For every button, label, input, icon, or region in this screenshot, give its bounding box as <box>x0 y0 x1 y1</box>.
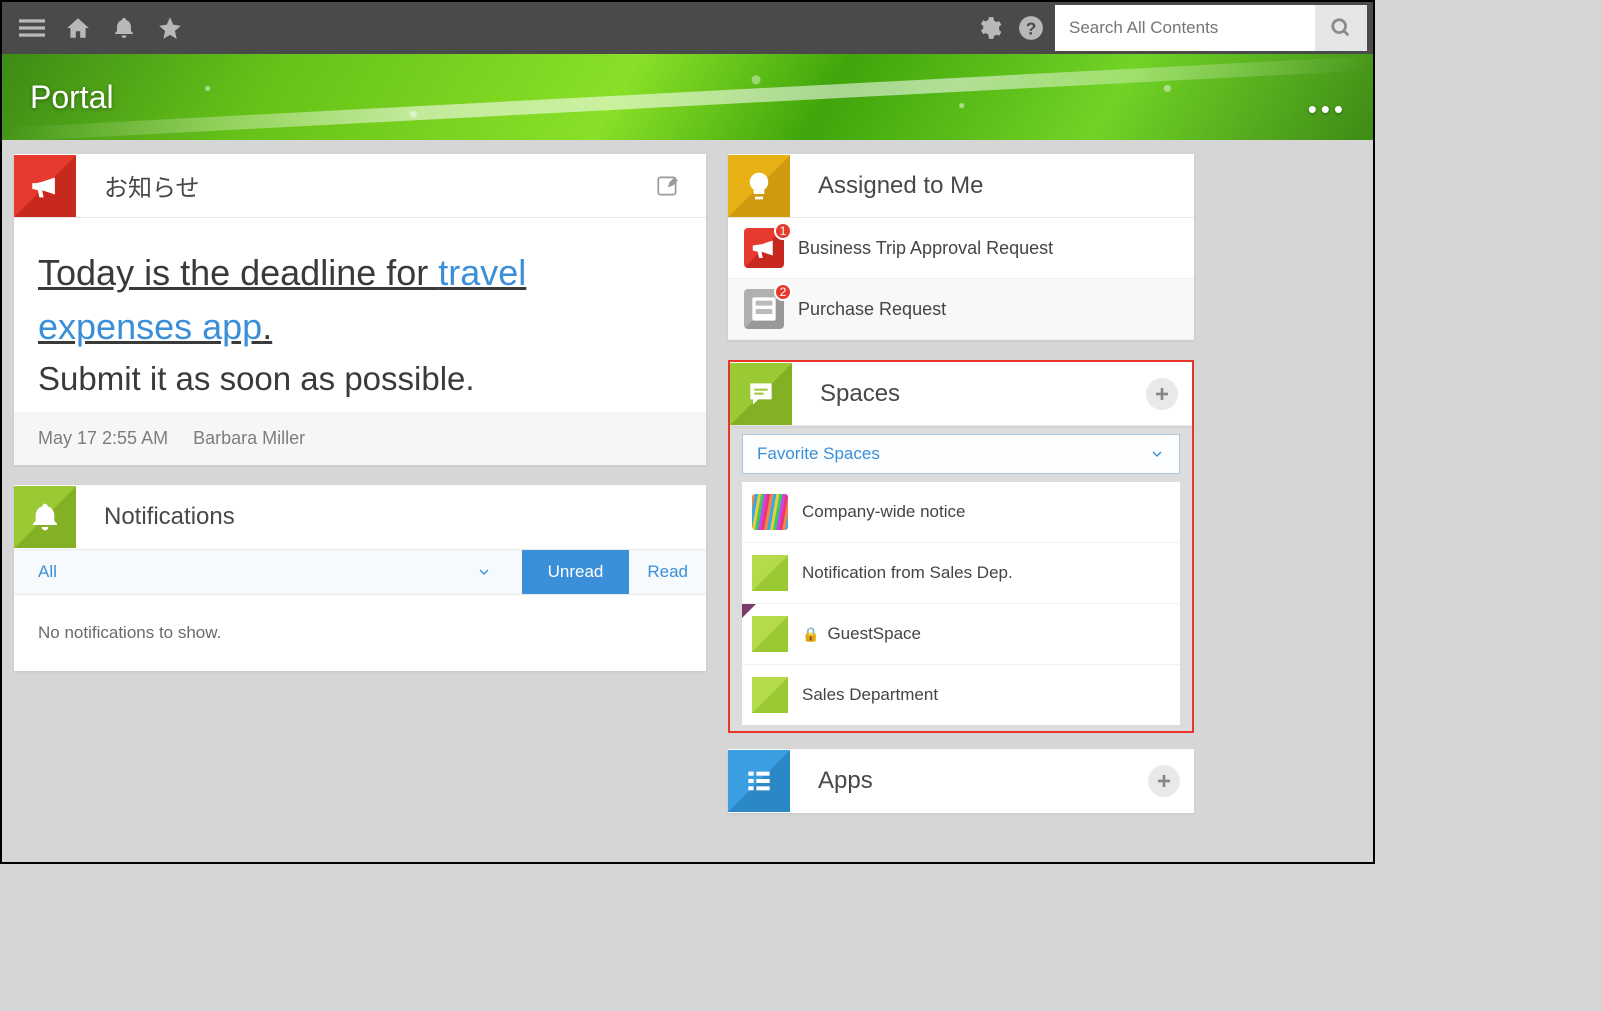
space-item[interactable]: Sales Department <box>742 665 1180 725</box>
add-app-button[interactable] <box>1148 765 1180 797</box>
notif-filter-dropdown[interactable]: All <box>14 550 522 594</box>
page-title: Portal <box>2 79 114 116</box>
space-item[interactable]: Company-wide notice <box>742 482 1180 543</box>
notifications-empty: No notifications to show. <box>14 595 706 671</box>
bell-icon[interactable] <box>110 14 138 42</box>
badge: 2 <box>774 283 792 301</box>
chevron-down-icon <box>1149 446 1165 462</box>
notifications-card: Notifications All Unread Read No notific… <box>14 485 706 671</box>
chevron-down-icon <box>476 564 492 580</box>
announcement-headline: Today is the deadline for travel expense… <box>38 246 682 354</box>
space-item-label: GuestSpace <box>827 624 921 644</box>
gear-icon[interactable] <box>975 14 1003 42</box>
space-item[interactable]: Notification from Sales Dep. <box>742 543 1180 604</box>
badge: 1 <box>774 222 792 240</box>
announcement-time: May 17 2:55 AM <box>38 428 168 448</box>
home-icon[interactable] <box>64 14 92 42</box>
more-icon[interactable]: ••• <box>1308 94 1347 125</box>
space-item-label: Sales Department <box>802 685 938 705</box>
topbar: ? <box>2 2 1373 54</box>
speech-icon <box>730 363 792 425</box>
app-icon: 1 <box>744 228 784 268</box>
announcement-body: Submit it as soon as possible. <box>38 360 682 398</box>
assigned-item-label: Business Trip Approval Request <box>798 238 1053 259</box>
apps-card: Apps <box>728 749 1194 813</box>
star-icon[interactable] <box>156 14 184 42</box>
space-icon <box>752 677 788 713</box>
search-button[interactable] <box>1315 5 1367 51</box>
space-item[interactable]: 🔒 GuestSpace <box>742 604 1180 665</box>
announcements-title: お知らせ <box>76 168 646 203</box>
search-box <box>1055 5 1367 51</box>
app-icon: 2 <box>744 289 784 329</box>
announcement-meta: May 17 2:55 AM Barbara Miller <box>14 412 706 465</box>
assigned-item[interactable]: 1 Business Trip Approval Request <box>728 218 1194 279</box>
space-icon <box>752 616 788 652</box>
assigned-title: Assigned to Me <box>790 172 1194 200</box>
space-item-label: Notification from Sales Dep. <box>802 563 1013 583</box>
menu-icon[interactable] <box>18 14 46 42</box>
tab-unread[interactable]: Unread <box>522 550 630 594</box>
assigned-card: Assigned to Me 1 Business Trip Approval … <box>728 154 1194 340</box>
announcement-author: Barbara Miller <box>193 428 305 448</box>
spaces-title: Spaces <box>792 380 1146 408</box>
svg-text:?: ? <box>1026 19 1037 39</box>
space-item-label: Company-wide notice <box>802 502 965 522</box>
assigned-item-label: Purchase Request <box>798 299 946 320</box>
assigned-item[interactable]: 2 Purchase Request <box>728 279 1194 340</box>
search-input[interactable] <box>1055 5 1315 51</box>
help-icon[interactable]: ? <box>1017 14 1045 42</box>
megaphone-icon <box>14 155 76 217</box>
notifications-title: Notifications <box>76 503 706 531</box>
announcements-card: お知らせ Today is the deadline for travel ex… <box>14 154 706 465</box>
spaces-section: Spaces Favorite Spaces Company-wide noti… <box>728 360 1194 733</box>
space-icon <box>752 555 788 591</box>
tab-read[interactable]: Read <box>629 550 706 594</box>
bulb-icon <box>728 155 790 217</box>
banner: Portal ••• <box>2 54 1373 140</box>
list-icon <box>728 750 790 812</box>
lock-icon: 🔒 <box>802 626 819 643</box>
edit-icon[interactable] <box>646 164 690 208</box>
add-space-button[interactable] <box>1146 378 1178 410</box>
corner-marker <box>742 604 756 618</box>
apps-title: Apps <box>790 767 1148 795</box>
favorite-spaces-dropdown[interactable]: Favorite Spaces <box>742 434 1180 474</box>
space-icon <box>752 494 788 530</box>
bell-tile-icon <box>14 486 76 548</box>
